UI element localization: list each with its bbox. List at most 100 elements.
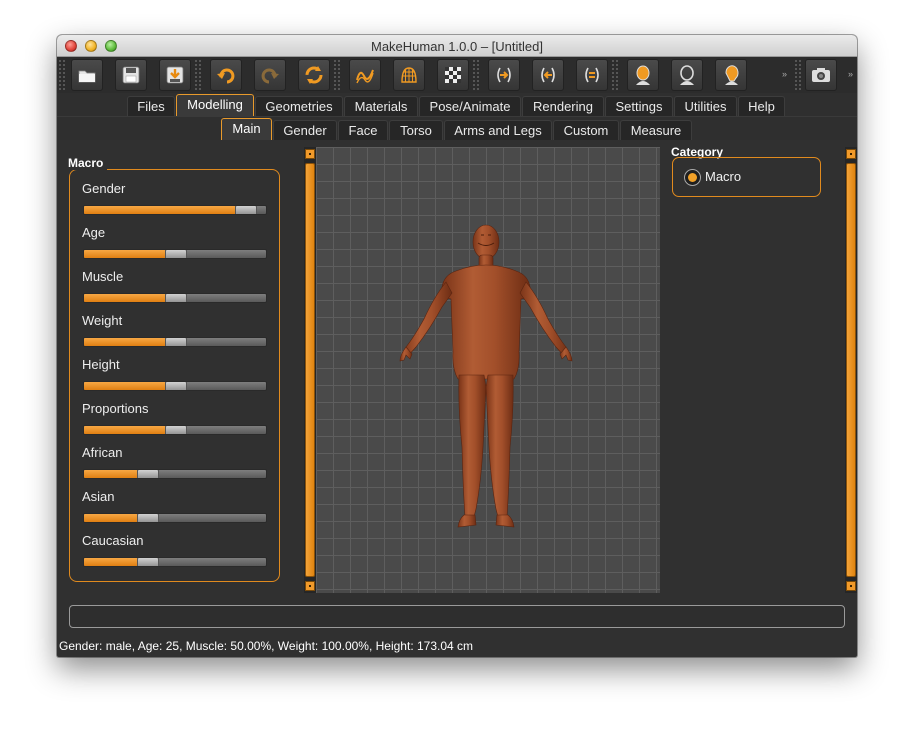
slider-fill	[84, 250, 176, 258]
slider-handle[interactable]	[137, 470, 159, 478]
export-icon	[166, 66, 184, 84]
tab-utilities[interactable]: Utilities	[674, 96, 737, 116]
progress-bar	[69, 605, 845, 628]
sub-tab-bar: Main Gender Face Torso Arms and Legs Cus…	[57, 116, 857, 140]
slider-label-caucasian: Caucasian	[82, 533, 144, 548]
toolbar-grip[interactable]	[58, 59, 66, 91]
load-button[interactable]	[71, 59, 103, 91]
tab-help[interactable]: Help	[738, 96, 785, 116]
slider-fill	[84, 338, 176, 346]
slider-handle[interactable]	[137, 514, 159, 522]
human-model	[399, 224, 573, 528]
back-view-button[interactable]	[532, 59, 564, 91]
reset-button[interactable]	[298, 59, 330, 91]
subtab-arms-and-legs[interactable]: Arms and Legs	[444, 120, 552, 140]
smooth-button[interactable]	[349, 59, 381, 91]
app-window: MakeHuman 1.0.0 – [Untitled] » » Files M…	[57, 35, 857, 657]
slider-handle[interactable]	[165, 294, 187, 302]
tab-settings[interactable]: Settings	[605, 96, 673, 116]
scroll-thumb[interactable]	[846, 163, 856, 577]
wireframe-button[interactable]	[393, 59, 425, 91]
slider-fill	[84, 426, 176, 434]
scroll-down-arrow[interactable]	[846, 581, 856, 591]
tab-materials[interactable]: Materials	[344, 96, 418, 116]
slider-label-age: Age	[82, 225, 106, 240]
reset-icon	[305, 66, 323, 84]
screenshot-button[interactable]	[805, 59, 837, 91]
slider-asian[interactable]	[83, 513, 267, 523]
toolbar-more-left[interactable]: »	[782, 69, 787, 79]
toolbar-grip[interactable]	[794, 59, 802, 91]
tab-geometries[interactable]: Geometries	[255, 96, 343, 116]
status-bar-text: Gender: male, Age: 25, Muscle: 50.00%, W…	[59, 639, 474, 653]
background-button[interactable]	[437, 59, 469, 91]
title-bar: MakeHuman 1.0.0 – [Untitled]	[57, 35, 857, 57]
background-icon	[445, 67, 461, 83]
slider-age[interactable]	[83, 249, 267, 259]
left-scrollbar[interactable]	[304, 147, 316, 593]
toolbar-grip[interactable]	[194, 59, 202, 91]
toolbar: » »	[57, 57, 857, 93]
tab-modelling[interactable]: Modelling	[176, 94, 254, 116]
export-button[interactable]	[159, 59, 191, 91]
front-view-button[interactable]	[488, 59, 520, 91]
face-side-button[interactable]	[715, 59, 747, 91]
save-icon	[122, 66, 140, 84]
save-button[interactable]	[115, 59, 147, 91]
slider-handle[interactable]	[137, 558, 159, 566]
slider-weight[interactable]	[83, 337, 267, 347]
slider-gender[interactable]	[83, 205, 267, 215]
slider-label-muscle: Muscle	[82, 269, 124, 284]
tab-pose-animate[interactable]: Pose/Animate	[419, 96, 521, 116]
tab-files[interactable]: Files	[127, 96, 175, 116]
right-scrollbar[interactable]	[845, 147, 857, 593]
folder-icon	[78, 70, 96, 83]
side-view-button[interactable]	[576, 59, 608, 91]
slider-label-african: African	[82, 445, 123, 460]
slider-handle[interactable]	[165, 382, 187, 390]
3d-viewport[interactable]	[316, 147, 660, 593]
slider-muscle[interactable]	[83, 293, 267, 303]
undo-button[interactable]	[210, 59, 242, 91]
undo-icon	[217, 68, 235, 84]
face-front-icon	[636, 65, 650, 85]
slider-handle[interactable]	[165, 250, 187, 258]
scroll-up-arrow[interactable]	[305, 149, 315, 159]
scroll-up-arrow[interactable]	[846, 149, 856, 159]
category-macro-label[interactable]: Macro	[705, 169, 741, 184]
slider-label-proportions: Proportions	[82, 401, 149, 416]
slider-label-height: Height	[82, 357, 120, 372]
slider-proportions[interactable]	[83, 425, 267, 435]
slider-african[interactable]	[83, 469, 267, 479]
slider-label-weight: Weight	[82, 313, 123, 328]
category-group-box: Macro	[672, 157, 821, 197]
subtab-measure[interactable]: Measure	[620, 120, 692, 140]
slider-label-asian: Asian	[82, 489, 115, 504]
slider-label-gender: Gender	[82, 181, 126, 196]
face-front-button[interactable]	[627, 59, 659, 91]
redo-button[interactable]	[254, 59, 286, 91]
slider-fill	[84, 206, 246, 214]
side-view-icon	[585, 67, 599, 83]
scroll-down-arrow[interactable]	[305, 581, 315, 591]
slider-handle[interactable]	[165, 338, 187, 346]
toolbar-grip[interactable]	[333, 59, 341, 91]
slider-handle[interactable]	[165, 426, 187, 434]
toolbar-grip[interactable]	[472, 59, 480, 91]
back-view-icon	[541, 67, 555, 83]
slider-handle[interactable]	[235, 206, 257, 214]
slider-caucasian[interactable]	[83, 557, 267, 567]
toolbar-more-right[interactable]: »	[848, 69, 853, 79]
subtab-custom[interactable]: Custom	[553, 120, 619, 140]
subtab-torso[interactable]: Torso	[389, 120, 443, 140]
subtab-gender[interactable]: Gender	[273, 120, 337, 140]
subtab-face[interactable]: Face	[338, 120, 388, 140]
smooth-icon	[356, 69, 374, 84]
category-macro-radio[interactable]	[684, 169, 701, 186]
face-back-button[interactable]	[671, 59, 703, 91]
subtab-main[interactable]: Main	[221, 118, 272, 140]
slider-height[interactable]	[83, 381, 267, 391]
scroll-thumb[interactable]	[305, 163, 315, 577]
toolbar-grip[interactable]	[611, 59, 619, 91]
tab-rendering[interactable]: Rendering	[522, 96, 604, 116]
